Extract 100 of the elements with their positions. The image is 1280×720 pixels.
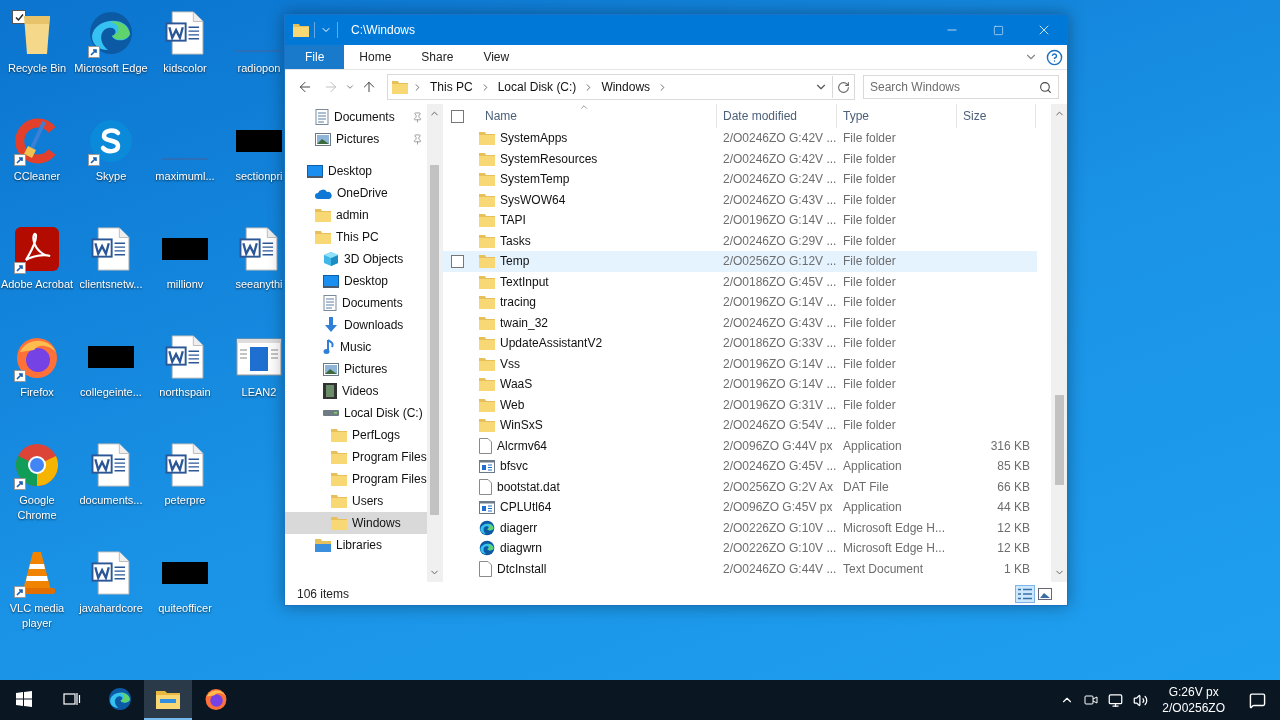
desktop-icon-label[interactable]: LEAN2 bbox=[241, 385, 277, 400]
file-row[interactable]: diagerr 2/O0226ZO G:10V ... Microsoft Edge H... 12 KB bbox=[441, 517, 1037, 538]
desktop-icon-label[interactable]: northspain bbox=[159, 385, 211, 400]
network-icon[interactable] bbox=[1108, 692, 1124, 708]
file-row[interactable]: bootstat.dat 2/O0256ZO G:2V Ax DAT File 66 KB bbox=[441, 476, 1037, 497]
desktop-icon-label[interactable]: maximuml... bbox=[155, 169, 215, 184]
taskbar-button[interactable] bbox=[144, 680, 192, 720]
file-row[interactable]: SystemTemp 2/O0246ZO G:24V ... File folder bbox=[441, 169, 1037, 190]
folder-icon bbox=[331, 516, 347, 530]
nav-item[interactable]: Windows bbox=[285, 512, 427, 534]
desktop-icon-label[interactable]: Skype bbox=[95, 169, 127, 184]
file-row[interactable]: twain_32 2/O0246ZO G:43V ... File folder bbox=[441, 312, 1037, 333]
search-field[interactable]: Search Windows bbox=[863, 75, 1059, 99]
windows-logo-icon bbox=[16, 691, 32, 707]
scrollbar[interactable] bbox=[426, 104, 443, 582]
breadcrumb[interactable]: Local Disk (C:) bbox=[494, 80, 580, 94]
recent-locations-icon[interactable] bbox=[345, 82, 355, 92]
cube-icon bbox=[323, 251, 339, 267]
nav-item[interactable]: Users bbox=[285, 490, 427, 512]
desktop-icon-label[interactable]: radiopon bbox=[237, 61, 281, 76]
desktop-icon-label[interactable]: seeanythi bbox=[235, 277, 283, 292]
file-name: bfsvc bbox=[500, 459, 528, 474]
file-row[interactable]: SystemResources 2/O0246ZO G:42V ... File folder bbox=[441, 148, 1037, 169]
scrollbar-thumb[interactable] bbox=[1054, 395, 1064, 485]
file-row[interactable]: WinSxS 2/O0246ZO G:54V ... File folder bbox=[441, 415, 1037, 436]
ribbon-tab[interactable]: Home bbox=[344, 45, 407, 69]
folder-icon bbox=[293, 23, 309, 37]
desktop-icon-label[interactable]: Adobe Acrobat bbox=[0, 277, 74, 292]
scrollbar-thumb[interactable] bbox=[430, 165, 440, 515]
desktop-icon-label[interactable]: Microsoft Edge bbox=[74, 61, 148, 76]
nav-item[interactable]: Program Files bbox=[285, 446, 427, 468]
file-row[interactable]: WaaS 2/O0196ZO G:14V ... File folder bbox=[441, 374, 1037, 395]
file-row[interactable]: UpdateAssistantV2 2/O0186ZO G:33V ... File folder bbox=[441, 333, 1037, 354]
file-row[interactable]: diagwrn 2/O0226ZO G:10V ... Microsoft Edge H... 12 KB bbox=[441, 538, 1037, 559]
file-row[interactable]: TAPI 2/O0196ZO G:14V ... File folder bbox=[441, 210, 1037, 231]
desktop-icon-label[interactable]: Firefox bbox=[20, 385, 54, 400]
breadcrumb[interactable]: Windows bbox=[598, 80, 654, 94]
file-row[interactable]: Tasks 2/O0246ZO G:29V ... File folder bbox=[441, 230, 1037, 251]
desktop-icon-label[interactable]: Recycle Bin bbox=[7, 61, 67, 76]
type-cell-text: File folder bbox=[842, 254, 897, 269]
nav-item[interactable]: admin bbox=[285, 204, 427, 226]
file-row[interactable]: Alcrmv64 2/O096ZO G:44V px Application 316 KB bbox=[441, 435, 1037, 456]
file-row[interactable]: Vss 2/O0196ZO G:14V ... File folder bbox=[441, 353, 1037, 374]
notifications-icon[interactable] bbox=[1249, 691, 1266, 709]
nav-item[interactable]: This PC bbox=[285, 226, 427, 248]
type-cell-text: File folder bbox=[842, 377, 897, 392]
nav-item[interactable]: Desktop bbox=[285, 160, 427, 182]
scrollbar[interactable] bbox=[1051, 104, 1067, 582]
ribbon-tab[interactable]: View bbox=[468, 45, 525, 69]
nav-item[interactable]: Program Files bbox=[285, 468, 427, 490]
nav-item[interactable]: Documents bbox=[285, 106, 427, 128]
file-row[interactable]: SysWOW64 2/O0246ZO G:43V ... File folder bbox=[441, 189, 1037, 210]
type-cell-text: Application bbox=[842, 438, 903, 453]
nav-item[interactable]: Pictures bbox=[285, 128, 427, 150]
column-header[interactable]: Name bbox=[479, 104, 717, 128]
desktop-icon-label[interactable]: sectionpri bbox=[235, 169, 283, 184]
file-row[interactable]: SystemApps 2/O0246ZO G:42V ... File folder bbox=[441, 128, 1037, 149]
column-header[interactable]: Type bbox=[837, 104, 957, 128]
camera-icon[interactable] bbox=[1084, 693, 1099, 707]
pin-icon[interactable] bbox=[411, 133, 423, 145]
nav-item[interactable]: Libraries bbox=[285, 534, 427, 556]
nav-item[interactable]: Pictures bbox=[285, 358, 427, 380]
refresh-icon[interactable] bbox=[837, 80, 850, 94]
row-checkbox[interactable] bbox=[451, 254, 464, 268]
select-all-checkbox[interactable] bbox=[451, 109, 464, 123]
desktop-icon-label[interactable]: millionv bbox=[166, 277, 204, 292]
breadcrumb[interactable]: This PC bbox=[427, 80, 476, 94]
ribbon-tab[interactable]: File bbox=[285, 45, 345, 69]
nav-item[interactable]: Music bbox=[285, 336, 427, 358]
desktop-icon-label[interactable]: Google Chrome bbox=[0, 493, 74, 523]
nav-item[interactable]: Downloads bbox=[285, 314, 427, 336]
ribbon-tab[interactable]: Share bbox=[406, 45, 469, 69]
file-row[interactable]: DtcInstall 2/O0246ZO G:44V ... Text Document 1 KB bbox=[441, 558, 1037, 579]
desktop-icon-label[interactable]: CCleaner bbox=[13, 169, 61, 184]
nav-item[interactable]: PerfLogs bbox=[285, 424, 427, 446]
nav-item[interactable]: OneDrive bbox=[285, 182, 427, 204]
file-row[interactable]: TextInput 2/O0186ZO G:45V ... File folder bbox=[441, 271, 1037, 292]
date-cell-text: 2/O0186ZO G:45V ... bbox=[722, 274, 837, 289]
nav-item[interactable]: Desktop bbox=[285, 270, 427, 292]
desktop-icon-label[interactable]: clientsnetw... bbox=[79, 277, 143, 292]
nav-item[interactable]: Videos bbox=[285, 380, 427, 402]
file-row[interactable]: tracing 2/O0196ZO G:14V ... File folder bbox=[441, 292, 1037, 313]
details-view-button[interactable] bbox=[1015, 584, 1035, 603]
address-bar[interactable]: This PC Local Disk (C:) Windows bbox=[387, 74, 855, 100]
nav-item[interactable]: 3D Objects bbox=[285, 248, 427, 270]
file-row[interactable]: Temp 2/O0256ZO G:12V ... File folder bbox=[441, 251, 1037, 272]
volume-icon[interactable] bbox=[1133, 692, 1149, 708]
file-row[interactable]: CPLUtl64 2/O096ZO G:45V px Application 44 KB bbox=[441, 497, 1037, 518]
selection-checkbox[interactable] bbox=[12, 10, 26, 24]
file-row[interactable]: Web 2/O0196ZO G:31V ... File folder bbox=[441, 394, 1037, 415]
desktop-icon-label[interactable]: collegeinte... bbox=[80, 385, 142, 400]
nav-item[interactable]: Documents bbox=[285, 292, 427, 314]
nav-item[interactable]: Local Disk (C:) bbox=[285, 402, 427, 424]
help-icon[interactable] bbox=[1046, 48, 1063, 66]
clock[interactable]: G:26V px 2/O0256ZO bbox=[1162, 684, 1225, 716]
column-header[interactable]: Date modified bbox=[717, 104, 837, 128]
pin-icon[interactable] bbox=[411, 111, 423, 123]
file-row[interactable]: bfsvc 2/O0246ZO G:45V ... Application 85 KB bbox=[441, 456, 1037, 477]
column-header[interactable]: Size bbox=[957, 104, 1036, 128]
desktop-icon-label[interactable]: kidscolor bbox=[163, 61, 207, 76]
